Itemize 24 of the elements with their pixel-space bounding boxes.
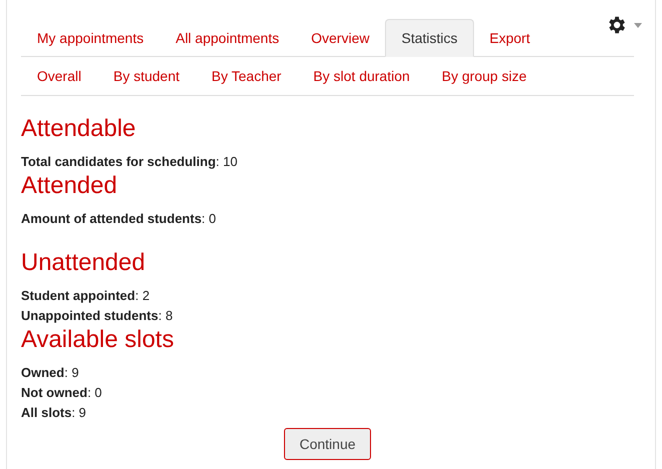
stat-line: Student appointed: 2 [21, 287, 151, 305]
tab[interactable]: Statistics [385, 19, 474, 57]
subtab-link[interactable]: By group size [426, 68, 543, 84]
section-heading: Attendable [21, 116, 137, 142]
subtab-link[interactable]: By slot duration [297, 68, 426, 84]
stat-line: Not owned: 0 [21, 384, 103, 402]
subtab-link[interactable]: By student [97, 68, 196, 84]
stat-line: Unappointed students: 8 [21, 307, 174, 325]
tab[interactable]: Overview [295, 19, 386, 57]
tab[interactable]: Export [474, 19, 546, 57]
settings-icon[interactable] [606, 14, 628, 36]
subtab-link[interactable]: Overall [21, 68, 98, 84]
tab[interactable]: My appointments [21, 19, 160, 57]
tab[interactable]: All appointments [160, 19, 296, 57]
section-heading: Unattended [21, 250, 146, 276]
stat-line: All slots: 9 [21, 404, 88, 422]
continue-button[interactable]: Continue [284, 428, 371, 460]
stat-line: Owned: 9 [21, 364, 80, 382]
section-heading: Attended [21, 173, 118, 199]
stat-line: Total candidates for scheduling: 10 [21, 153, 238, 171]
caret-icon[interactable] [634, 22, 642, 28]
section-heading: Available slots [21, 327, 175, 353]
stat-line: Amount of attended students: 0 [21, 210, 218, 228]
subtab-link[interactable]: By Teacher [196, 68, 298, 84]
